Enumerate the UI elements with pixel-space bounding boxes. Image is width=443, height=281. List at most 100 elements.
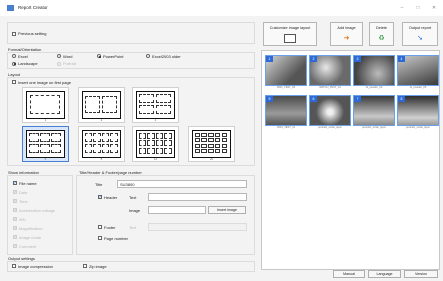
previous-setting-checkbox[interactable] [12, 32, 16, 36]
orientation-landscape-label: Landscape [18, 61, 38, 66]
close-button[interactable]: ✕ [429, 4, 439, 12]
title-label: Title [95, 182, 103, 187]
show-info-checkbox-acceleration-voltage[interactable] [13, 207, 17, 213]
format-excel-radio[interactable] [12, 54, 16, 58]
header-image-input[interactable] [148, 206, 206, 214]
orientation-landscape-radio[interactable] [12, 61, 16, 66]
format-word-radio[interactable] [57, 54, 61, 58]
show-info-checkbox-magnification[interactable] [13, 225, 17, 231]
footer-checkbox[interactable] [98, 225, 102, 229]
show-info-checkbox-time[interactable] [13, 198, 17, 204]
format-excel2003-radio[interactable] [146, 54, 150, 58]
insert-one-image-label: Insert one image on first page [18, 79, 71, 85]
thumbnail-caption: WATCH_TEST_01 [319, 86, 341, 89]
layout-icon [284, 34, 296, 43]
zip-image-label: Zip image [89, 263, 107, 269]
image-thumbnail[interactable]: 7 [353, 95, 395, 126]
title-input[interactable]: SU3800 [117, 180, 247, 188]
layout-option-20[interactable]: 20 [188, 126, 235, 162]
image-thumbnail[interactable]: 1 [265, 55, 307, 86]
thumbnail-number: 6 [310, 96, 317, 102]
thumbnail-caption: Al_powder_03 [365, 86, 383, 89]
layout-number-4: 4 [154, 118, 157, 122]
show-info-label: Date [19, 189, 28, 195]
layout-number-20: 20 [209, 157, 214, 161]
show-info-label: Acceleration voltage [19, 207, 56, 213]
layout-number-2: 2 [100, 118, 103, 122]
format-excel2003-label: Excel2003 older [152, 53, 181, 59]
previous-setting-label: Previous setting [18, 31, 47, 36]
report-creator-window: Report Creator – □ ✕ Previous setting Fo… [0, 0, 443, 281]
show-info-checkbox-image-mode[interactable] [13, 234, 17, 240]
header-checkbox[interactable] [98, 194, 102, 200]
thumbnail-caption: periodic_oxide_layer [362, 126, 386, 129]
show-info-label: Image mode [19, 234, 42, 240]
show-info-checkbox-comment[interactable] [13, 243, 17, 249]
title-bar: Report Creator – □ ✕ [0, 0, 443, 16]
image-thumbnail[interactable]: 5 [265, 95, 307, 126]
layout-number-8: 8 [100, 157, 103, 161]
image-thumbnail-panel[interactable]: 1 0001_TEST_03 2 WATCH_TEST_01 3 Al_powder_03… [261, 50, 440, 270]
thumbnail-number: 3 [354, 56, 361, 62]
show-info-label: WD [19, 216, 26, 222]
zip-image-checkbox[interactable] [83, 264, 87, 268]
format-excel-label: Excel [18, 53, 28, 59]
show-info-checkbox-wd[interactable] [13, 216, 17, 222]
layout-number-1: 1 [44, 118, 47, 122]
add-image-label: Add image [337, 26, 356, 30]
add-image-button[interactable]: Add image ➜ [330, 22, 363, 46]
thumbnail-caption: Al_powder_05 [409, 86, 427, 89]
format-word-label: Word [63, 53, 73, 59]
output-report-icon: ➘ [417, 35, 423, 42]
image-thumbnail[interactable]: 6 [309, 95, 351, 126]
image-thumbnail[interactable]: 3 [353, 55, 395, 86]
version-button[interactable]: Version [404, 270, 438, 278]
show-info-label: File name [19, 180, 37, 186]
window-title: Report Creator [18, 5, 48, 10]
image-compression-checkbox[interactable] [12, 264, 16, 268]
layout-option-8[interactable]: 8 [78, 126, 125, 162]
customize-image-layout-button[interactable]: Customize image layout [263, 22, 317, 46]
layout-option-12[interactable]: 12 [132, 126, 179, 162]
show-info-label: Time [19, 198, 28, 204]
format-powerpoint-radio[interactable] [97, 54, 101, 58]
customize-image-layout-label: Customize image layout [269, 26, 311, 30]
image-thumbnail[interactable]: 2 [309, 55, 351, 86]
thumbnail-number: 7 [354, 96, 361, 102]
format-powerpoint-label: PowerPoint [103, 53, 124, 59]
maximize-button[interactable]: □ [413, 4, 423, 12]
image-thumbnail[interactable]: 4 [397, 55, 439, 86]
header-text-input[interactable] [148, 193, 247, 201]
image-thumbnail[interactable]: 8 [397, 95, 439, 126]
orientation-portrait-radio[interactable] [57, 61, 61, 66]
show-info-checkbox-file-name[interactable] [13, 180, 17, 186]
add-image-icon: ➜ [343, 35, 350, 42]
output-report-button[interactable]: Output report ➘ [402, 22, 438, 46]
layout-option-2[interactable]: 2 [78, 87, 125, 123]
thumbnail-caption: 0001_TEST_11 [277, 126, 295, 129]
thumbnail-caption: periodic_oxide_layer [406, 126, 430, 129]
language-button[interactable]: Language [368, 270, 401, 278]
insert-one-image-checkbox[interactable] [12, 80, 16, 84]
image-compression-label: Image compression [18, 263, 53, 269]
app-icon [7, 5, 14, 11]
show-info-label: Magnification [19, 225, 43, 231]
footer-text-input[interactable] [148, 223, 247, 231]
output-report-label: Output report [408, 26, 432, 30]
layout-option-6[interactable]: 6 [22, 126, 69, 162]
header-text-label: Text [129, 195, 137, 200]
layout-option-1[interactable]: 1 [22, 87, 69, 123]
page-number-checkbox[interactable] [98, 236, 102, 240]
delete-button[interactable]: Delete ♻ [369, 22, 394, 46]
delete-label: Delete [376, 26, 387, 30]
orientation-portrait-label: Portrait [63, 61, 76, 66]
title-input-value: SU3800 [120, 182, 135, 187]
show-info-checkbox-date[interactable] [13, 189, 17, 195]
manual-button[interactable]: Manual [333, 270, 365, 278]
minimize-button[interactable]: – [397, 4, 407, 12]
insert-image-button[interactable]: Insert image [208, 206, 246, 214]
layout-option-4[interactable]: 4 [132, 87, 179, 123]
thumbnail-caption: periodic_oxide_layer [318, 126, 342, 129]
footer-text-label: Text [129, 225, 137, 230]
thumbnail-number: 5 [266, 96, 273, 102]
